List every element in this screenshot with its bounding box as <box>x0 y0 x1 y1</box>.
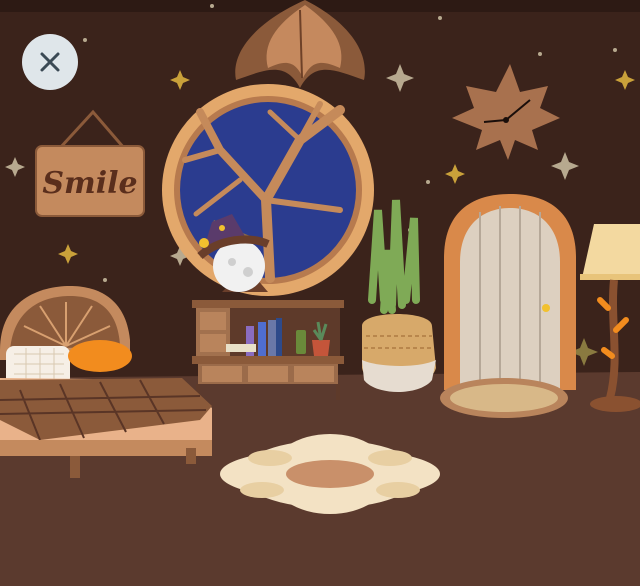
close-icon <box>40 52 60 72</box>
arched-door <box>444 194 576 390</box>
door-rug <box>440 378 568 418</box>
sign-text: Smile <box>42 166 137 201</box>
room-scene: Smile <box>0 0 640 586</box>
round-window <box>162 84 374 296</box>
close-button[interactable] <box>22 34 78 90</box>
